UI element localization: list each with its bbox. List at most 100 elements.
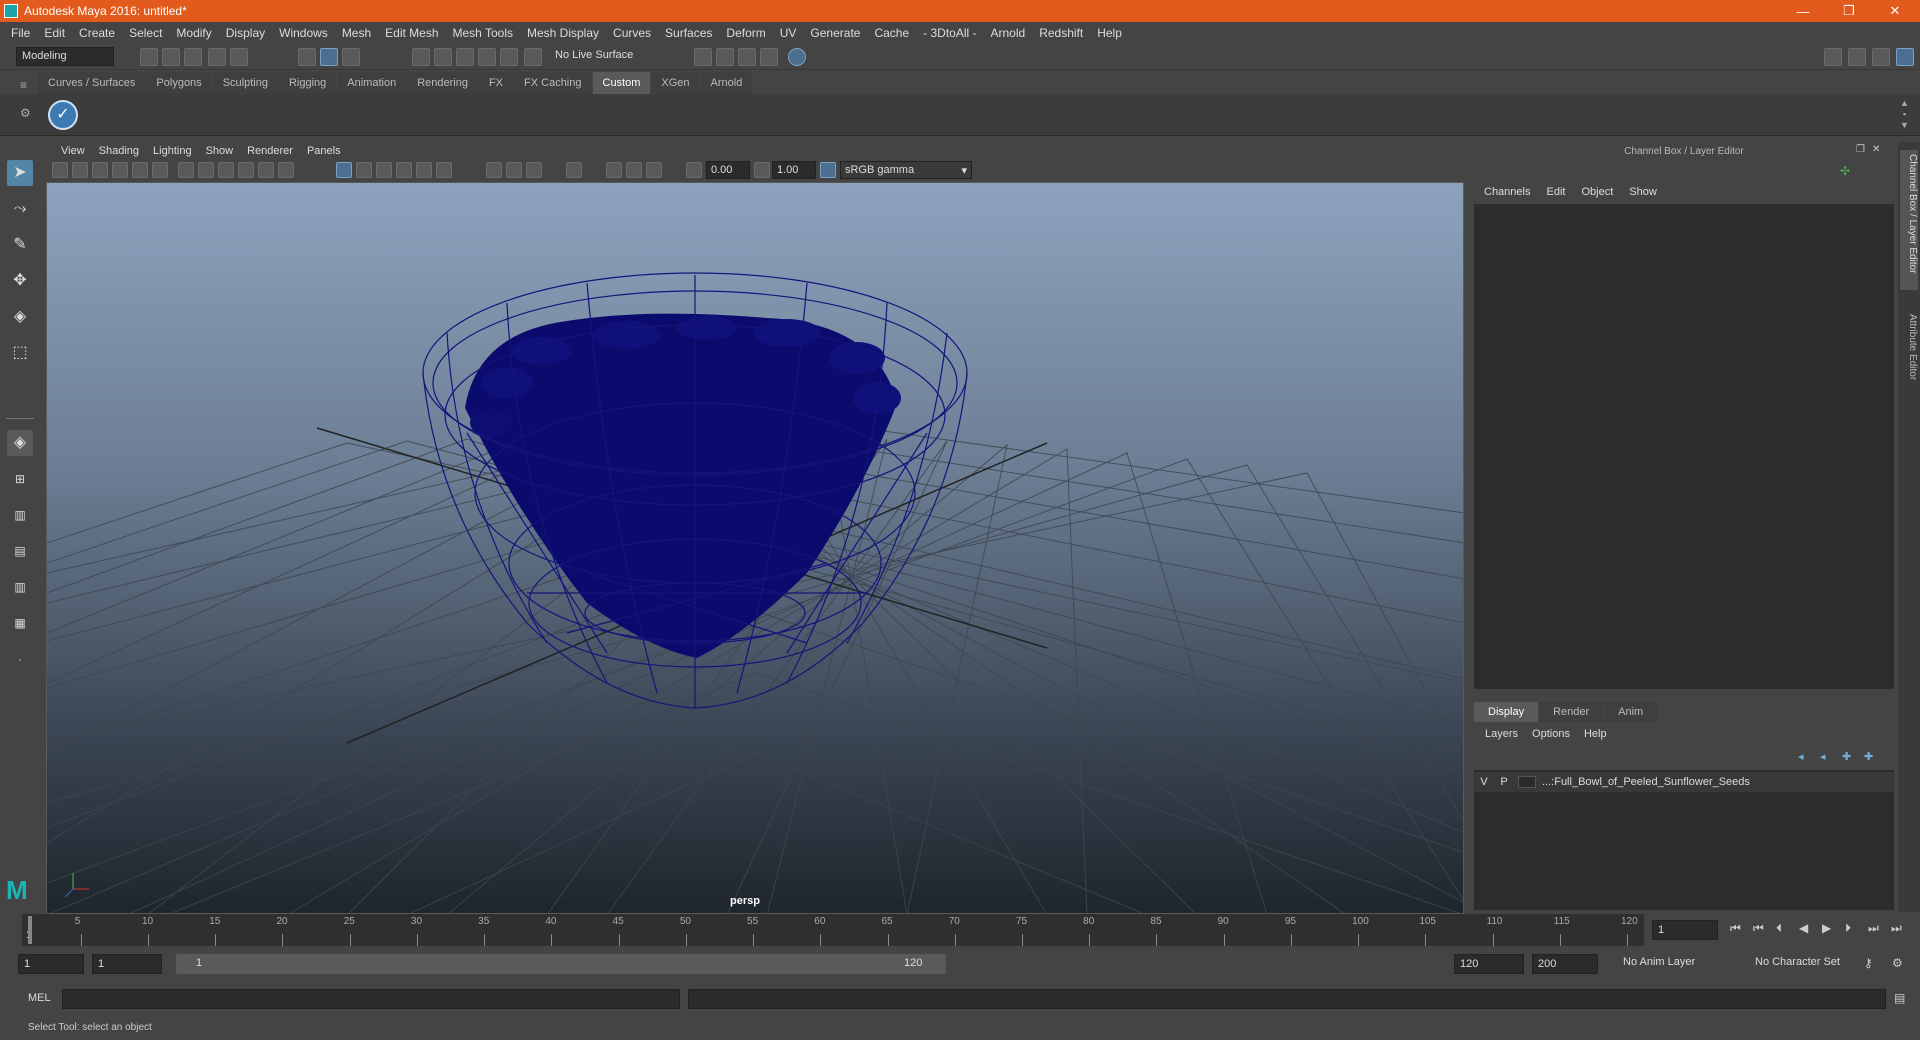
menu-surfaces[interactable]: Surfaces <box>658 26 719 40</box>
grease-pencil-icon[interactable] <box>152 162 168 178</box>
menu-deform[interactable]: Deform <box>719 26 772 40</box>
menu-modify[interactable]: Modify <box>169 26 218 40</box>
hypershade-icon[interactable] <box>788 48 806 66</box>
channel-box-icon[interactable] <box>1896 48 1914 66</box>
motion-blur-icon[interactable] <box>506 162 522 178</box>
render-frame-icon[interactable] <box>716 48 734 66</box>
undo-icon[interactable] <box>208 48 226 66</box>
end-time-field[interactable]: 200 <box>1532 954 1598 974</box>
tab-fx[interactable]: FX <box>478 72 514 94</box>
3d-viewport[interactable]: persp <box>46 182 1464 914</box>
colorspace-dropdown[interactable]: sRGB gamma ▾ <box>840 161 972 179</box>
mode-selector[interactable]: Modeling <box>16 47 114 66</box>
gate-mask-icon[interactable] <box>238 162 254 178</box>
panel-float-icon[interactable]: ❐ <box>1856 144 1865 155</box>
playback-end-field[interactable]: 120 <box>1454 954 1524 974</box>
lasso-tool-icon[interactable]: ⤳ <box>7 196 33 222</box>
exposure-field[interactable]: 0.00 <box>706 161 750 179</box>
tab-rendering[interactable]: Rendering <box>407 72 478 94</box>
camera-select-icon[interactable] <box>52 162 68 178</box>
select-component-icon[interactable] <box>342 48 360 66</box>
persp-graph-icon[interactable]: ▤ <box>7 538 33 564</box>
viewport-menu-panels[interactable]: Panels <box>300 145 348 157</box>
side-tab-attribute-editor[interactable]: Attribute Editor <box>1900 310 1918 400</box>
menu-file[interactable]: File <box>4 26 37 40</box>
film-gate-icon[interactable] <box>198 162 214 178</box>
le-menu-layers[interactable]: Layers <box>1478 728 1525 740</box>
le-menu-options[interactable]: Options <box>1525 728 1577 740</box>
cb-menu-show[interactable]: Show <box>1621 186 1665 198</box>
play-backwards-icon[interactable]: ◀ <box>1799 921 1808 935</box>
layer-name[interactable]: ...:Full_Bowl_of_Peeled_Sunflower_Seeds <box>1542 776 1750 788</box>
go-to-start-icon[interactable]: ⏮ <box>1730 921 1741 936</box>
move-tool-icon[interactable]: ✥ <box>7 268 33 294</box>
script-editor-icon[interactable]: ▤ <box>1894 991 1905 1005</box>
go-to-end-icon[interactable]: ⏭ <box>1891 921 1902 936</box>
cb-menu-channels[interactable]: Channels <box>1476 186 1538 198</box>
viewport-menu-shading[interactable]: Shading <box>92 145 146 157</box>
snap-point-icon[interactable] <box>456 48 474 66</box>
current-frame-field[interactable]: 1 <box>1652 920 1718 940</box>
isolate-select-icon[interactable] <box>606 162 622 178</box>
select-tool-icon[interactable]: ➤ <box>7 160 33 186</box>
menu-display[interactable]: Display <box>219 26 272 40</box>
step-forward-frame-icon[interactable]: ⏵ <box>1845 921 1851 936</box>
snap-view-icon[interactable] <box>478 48 496 66</box>
image-plane-icon[interactable] <box>112 162 128 178</box>
character-set-dropdown[interactable]: No Character Set <box>1750 954 1870 974</box>
playback-start-field[interactable]: 1 <box>92 954 162 974</box>
new-layer-selected-icon[interactable]: ✚ <box>1864 750 1873 763</box>
range-slider[interactable]: 1 120 <box>176 954 946 974</box>
tab-animation[interactable]: Animation <box>337 72 407 94</box>
attribute-editor-icon[interactable] <box>1848 48 1866 66</box>
side-tab-channel-box[interactable]: Channel Box / Layer Editor <box>1900 150 1918 290</box>
step-back-key-icon[interactable]: ⏮ <box>1753 921 1764 936</box>
snap-surface-icon[interactable] <box>500 48 518 66</box>
camera-attributes-icon[interactable] <box>72 162 88 178</box>
tab-polygons[interactable]: Polygons <box>146 72 212 94</box>
panel-close-icon[interactable]: ✕ <box>1872 144 1880 155</box>
open-scene-icon[interactable] <box>162 48 180 66</box>
textured-icon[interactable] <box>396 162 412 178</box>
render-view-icon[interactable] <box>760 48 778 66</box>
layer-visibility-toggle[interactable]: V <box>1474 776 1494 788</box>
tab-xgen[interactable]: XGen <box>651 72 700 94</box>
layer-row[interactable]: V P ...:Full_Bowl_of_Peeled_Sunflower_Se… <box>1474 772 1894 792</box>
tab-display[interactable]: Display <box>1474 702 1539 722</box>
anim-layer-dropdown[interactable]: No Anim Layer <box>1618 954 1738 974</box>
minimize-button[interactable]: — <box>1780 0 1826 22</box>
xray-icon[interactable] <box>566 162 582 178</box>
tab-custom[interactable]: Custom <box>592 72 651 94</box>
step-forward-key-icon[interactable]: ⏭ <box>1868 921 1879 936</box>
new-scene-icon[interactable] <box>140 48 158 66</box>
resolution-gate-icon[interactable] <box>218 162 234 178</box>
close-button[interactable]: ✕ <box>1872 0 1918 22</box>
menu-mesh[interactable]: Mesh <box>335 26 378 40</box>
side-by-side-icon[interactable]: ▥ <box>7 502 33 528</box>
snap-curve-icon[interactable] <box>434 48 452 66</box>
start-time-field[interactable]: 1 <box>18 954 84 974</box>
tab-sculpting[interactable]: Sculpting <box>212 72 278 94</box>
bookmark-icon[interactable] <box>92 162 108 178</box>
menu-generate[interactable]: Generate <box>803 26 867 40</box>
snap-grid-icon[interactable] <box>412 48 430 66</box>
tab-anim[interactable]: Anim <box>1604 702 1658 722</box>
tab-render[interactable]: Render <box>1539 702 1604 722</box>
shelf-settings-icon[interactable]: ⚙ <box>20 106 31 120</box>
step-back-frame-icon[interactable]: ⏴ <box>1776 921 1782 936</box>
render-settings-icon[interactable] <box>694 48 712 66</box>
menu-redshift[interactable]: Redshift <box>1032 26 1090 40</box>
play-forwards-icon[interactable]: ▶ <box>1822 921 1831 935</box>
grid-toggle-icon[interactable] <box>178 162 194 178</box>
four-view-icon[interactable]: ⊞ <box>7 466 33 492</box>
menu-cache[interactable]: Cache <box>867 26 916 40</box>
single-view-icon[interactable]: ◈ <box>7 430 33 456</box>
menu-windows[interactable]: Windows <box>272 26 335 40</box>
menu-arnold[interactable]: Arnold <box>984 26 1033 40</box>
tab-curves-surfaces[interactable]: Curves / Surfaces <box>38 72 146 94</box>
shelf-menu-icon[interactable]: ≡ <box>20 78 32 92</box>
rotate-tool-icon[interactable]: ◈ <box>7 304 33 330</box>
viewport-menu-show[interactable]: Show <box>199 145 241 157</box>
maximize-button[interactable]: ❐ <box>1826 0 1872 22</box>
persp-outliner-icon[interactable]: ▥ <box>7 574 33 600</box>
